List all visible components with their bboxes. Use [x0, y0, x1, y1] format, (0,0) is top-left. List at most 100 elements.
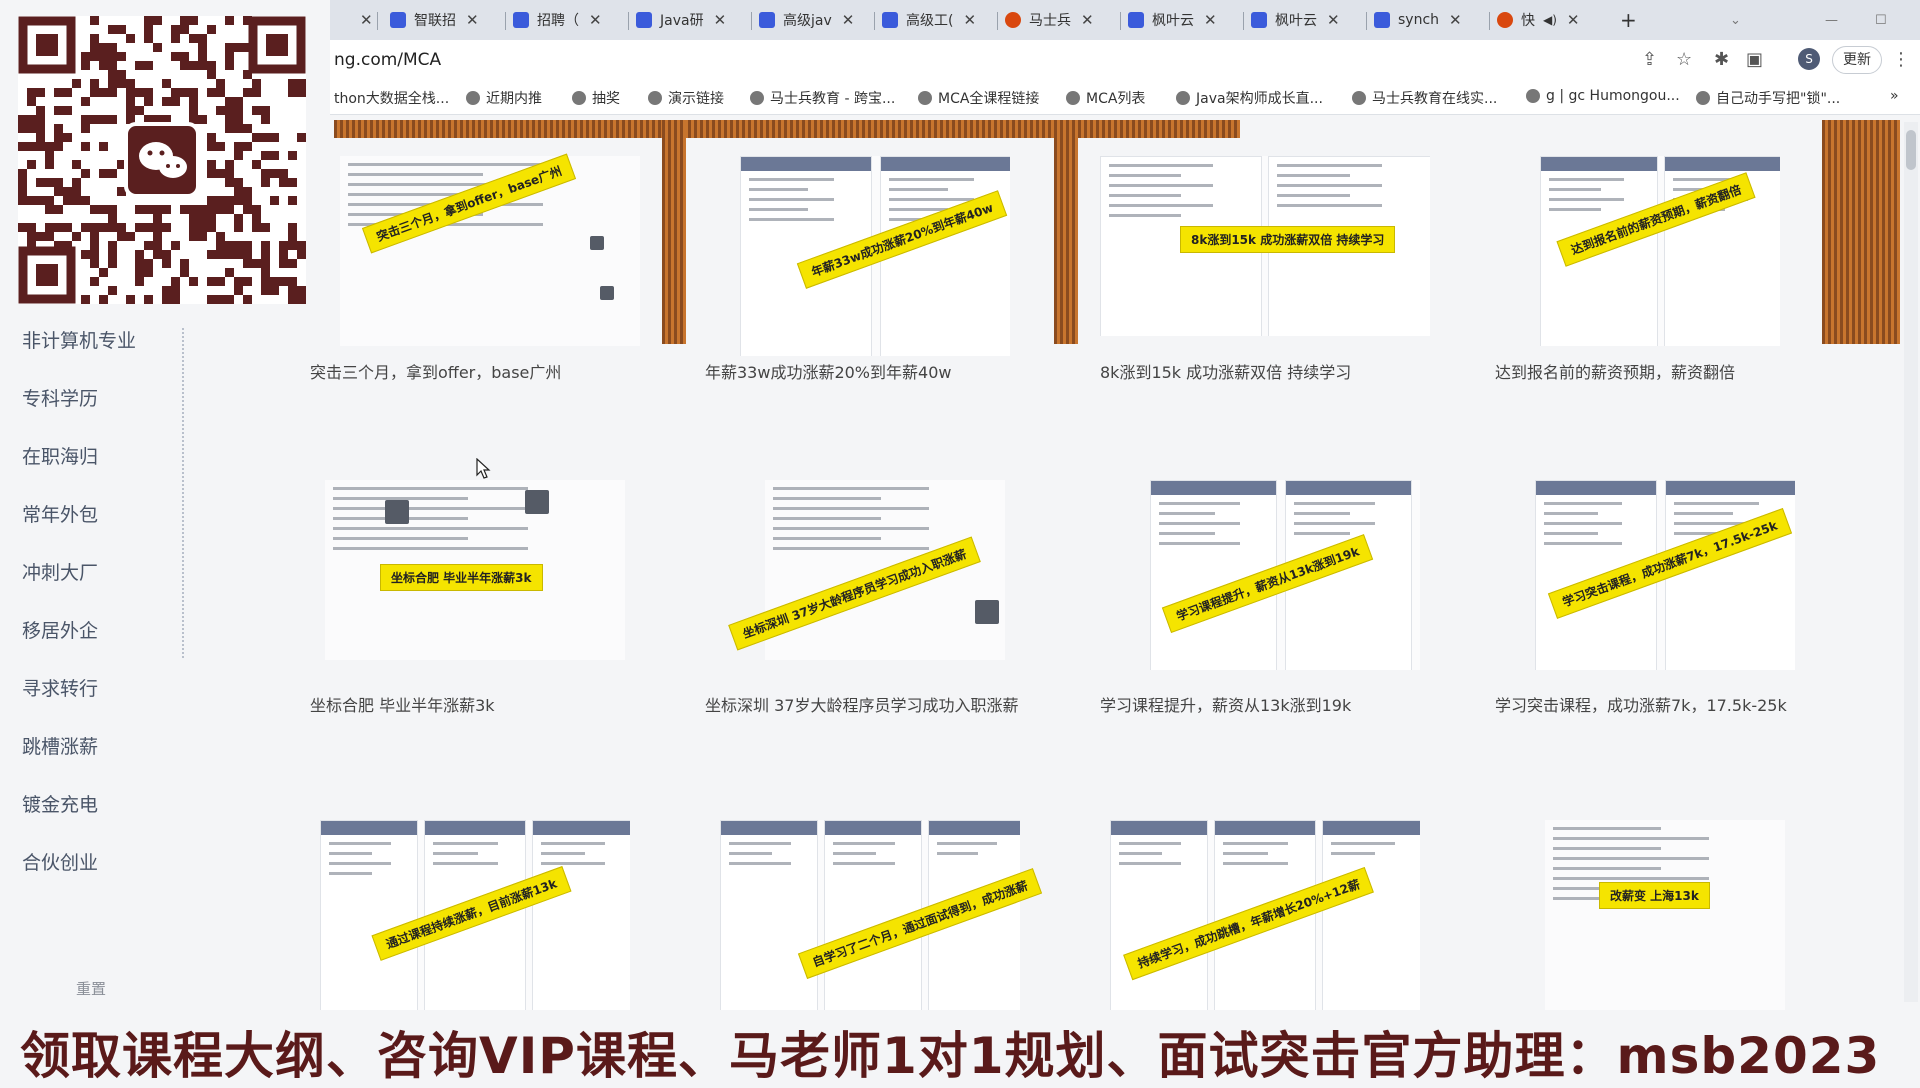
card-caption: 年薪33w成功涨薪20%到年薪40w [705, 363, 952, 382]
close-icon[interactable]: ✕ [1081, 11, 1094, 29]
sidepanel-icon[interactable]: ▣ [1746, 49, 1763, 70]
bookmark-icon [918, 91, 932, 105]
sidebar-item-career-switch[interactable]: 寻求转行 [22, 674, 98, 701]
bookmark-item[interactable]: MCA列表 [1066, 88, 1145, 108]
sidebar-item-non-cs[interactable]: 非计算机专业 [22, 326, 136, 353]
close-icon[interactable]: ✕ [360, 11, 373, 29]
testimonial-card[interactable]: 学习突击课程，成功涨薪7k，17.5k-25k 学习突击课程，成功涨薪7k，17… [1495, 480, 1885, 715]
sidebar-item-job-hop[interactable]: 跳槽涨薪 [22, 732, 98, 759]
close-icon[interactable]: ✕ [1204, 11, 1217, 29]
bookmark-star-icon[interactable]: ☆ [1676, 49, 1692, 70]
testimonial-card[interactable]: 达到报名前的薪资预期，薪资翻倍 达到报名前的薪资预期，薪资翻倍 [1495, 146, 1885, 386]
tab-mashibing[interactable]: 马士兵 ✕ [1005, 4, 1094, 36]
testimonial-card[interactable]: 年薪33w成功涨薪20%到年薪40w 年薪33w成功涨薪20%到年薪40w [705, 146, 1095, 386]
tab-list-icon[interactable]: ⌄ [1730, 4, 1741, 36]
close-icon[interactable]: ✕ [466, 11, 479, 29]
sidebar-divider [182, 328, 187, 658]
tab-favicon-icon [636, 12, 652, 28]
bookmarks-bar: thon大数据全栈... 近期内推 抽奖 演示链接 马士兵教育 - 跨宝... … [330, 80, 1920, 115]
tab-label: synch [1398, 12, 1440, 28]
share-icon[interactable]: ⇪ [1642, 49, 1657, 70]
bookmark-icon [1352, 91, 1366, 105]
bookmark-item[interactable]: 近期内推 [466, 88, 542, 108]
card-caption: 坐标深圳 37岁大龄程序员学习成功入职涨薪 [705, 696, 1019, 715]
testimonial-card[interactable]: 自学习了二个月，通过面试得到，成功涨薪 [705, 820, 1095, 1010]
tab-zhilian[interactable]: 智联招 ✕ [390, 4, 479, 36]
testimonial-card[interactable]: 学习课程提升，薪资从13k涨到19k 学习课程提升，薪资从13k涨到19k [1100, 480, 1490, 715]
sidebar-item-returnee[interactable]: 在职海归 [22, 442, 98, 469]
extensions-icon[interactable]: ✱ [1714, 49, 1729, 70]
tab-java[interactable]: Java研 ✕ [636, 4, 726, 36]
bookmarks-more-icon[interactable]: » [1890, 88, 1899, 104]
tab-senior-java[interactable]: 高级jav ✕ [759, 4, 854, 36]
sidebar-item-big-tech[interactable]: 冲刺大厂 [22, 558, 98, 585]
testimonial-card[interactable]: 坐标合肥 毕业半年涨薪3k 坐标合肥 毕业半年涨薪3k [310, 480, 700, 715]
page-scrollbar[interactable] [1904, 122, 1918, 1002]
browser-address-bar: ng.com/MCA ⇪ ☆ ✱ ▣ S 更新 ⋮ [330, 40, 1920, 80]
tab-favicon-icon [1374, 12, 1390, 28]
speaker-icon[interactable]: ◀) [1543, 13, 1557, 27]
tab-kuai[interactable]: 快 ◀) ✕ [1497, 4, 1580, 36]
tab-close-first[interactable]: ✕ [350, 4, 373, 36]
sidebar-item-foreign-company[interactable]: 移居外企 [22, 616, 98, 643]
close-icon[interactable]: ✕ [842, 11, 855, 29]
bookmark-item[interactable]: 演示链接 [648, 88, 724, 108]
update-button[interactable]: 更新 [1832, 46, 1882, 74]
bookmark-item[interactable]: MCA全课程链接 [918, 88, 1039, 108]
testimonial-card[interactable]: 突击三个月，拿到offer，base广州 突击三个月，拿到offer，base广… [310, 146, 700, 386]
bookmark-item[interactable]: 马士兵教育在线实... [1352, 88, 1497, 108]
sidebar-item-upskill[interactable]: 镀金充电 [22, 790, 98, 817]
bookmark-icon [1696, 91, 1710, 105]
tab-favicon-icon [882, 12, 898, 28]
card-caption: 学习突击课程，成功涨薪7k，17.5k-25k [1495, 696, 1787, 715]
tab-label: 枫叶云 [1275, 13, 1317, 29]
bookmark-item[interactable]: Java架构师成长直... [1176, 88, 1323, 108]
tab-label: Java研 [660, 13, 704, 29]
tab-recruit[interactable]: 招聘（ ✕ [513, 4, 602, 36]
minimize-icon[interactable]: — [1825, 4, 1838, 36]
bookmark-item[interactable]: 马士兵教育 - 跨宝... [750, 88, 895, 108]
tab-label: 马士兵 [1029, 13, 1071, 29]
tab-favicon-icon [1497, 12, 1513, 28]
tab-synch[interactable]: synch ✕ [1374, 4, 1462, 36]
scrollbar-thumb[interactable] [1906, 130, 1916, 170]
maximize-icon[interactable]: ☐ [1875, 4, 1887, 36]
tab-fengyeyun-2[interactable]: 枫叶云 ✕ [1251, 4, 1340, 36]
testimonial-card[interactable]: 坐标深圳 37岁大龄程序员学习成功入职涨薪 坐标深圳 37岁大龄程序员学习成功入… [705, 480, 1125, 715]
close-icon[interactable]: ✕ [1327, 11, 1340, 29]
testimonial-card[interactable]: 8k涨到15k 成功涨薪双倍 持续学习 8k涨到15k 成功涨薪双倍 持续学习 [1100, 146, 1490, 386]
bookmark-icon [648, 91, 662, 105]
card-caption: 8k涨到15k 成功涨薪双倍 持续学习 [1100, 363, 1352, 382]
bookmark-item[interactable]: g | gc Humongou... [1526, 88, 1680, 104]
bookmark-item[interactable]: 抽奖 [572, 88, 620, 108]
sidebar-item-associate-degree[interactable]: 专科学历 [22, 384, 98, 411]
wechat-qr-code [18, 16, 306, 304]
wood-frame-decoration [334, 120, 1240, 138]
profile-avatar[interactable]: S [1798, 48, 1820, 70]
bookmark-item[interactable]: 自己动手写把"锁"... [1696, 88, 1840, 108]
close-icon[interactable]: ✕ [1567, 11, 1580, 29]
bookmark-item[interactable]: thon大数据全栈... [334, 88, 449, 108]
testimonial-card[interactable]: 改薪变 上海13k [1495, 820, 1885, 1010]
testimonial-card[interactable]: 通过课程持续涨薪，目前涨薪13k [310, 820, 700, 1010]
tab-fengyeyun-1[interactable]: 枫叶云 ✕ [1128, 4, 1217, 36]
menu-kebab-icon[interactable]: ⋮ [1892, 49, 1910, 70]
tab-favicon-icon [1128, 12, 1144, 28]
new-tab-button[interactable]: + [1620, 4, 1637, 36]
sidebar-item-startup[interactable]: 合伙创业 [22, 848, 98, 875]
url-field[interactable]: ng.com/MCA [334, 50, 441, 70]
close-icon[interactable]: ✕ [1449, 11, 1462, 29]
sidebar-item-outsourcing[interactable]: 常年外包 [22, 500, 98, 527]
tab-favicon-icon [513, 12, 529, 28]
card-caption: 达到报名前的薪资预期，薪资翻倍 [1495, 363, 1736, 382]
close-icon[interactable]: ✕ [963, 11, 976, 29]
bookmark-icon [750, 91, 764, 105]
tab-senior-engineer[interactable]: 高级工( ✕ [882, 4, 976, 36]
tab-label: 高级工( [906, 13, 954, 29]
close-icon[interactable]: ✕ [714, 11, 727, 29]
testimonial-card[interactable]: 持续学习，成功跳槽，年薪增长20%+12薪 [1100, 820, 1490, 1010]
close-icon[interactable]: ✕ [589, 11, 602, 29]
mouse-cursor-icon [476, 458, 491, 479]
tab-label: 招聘（ [537, 13, 579, 29]
tab-label: 智联招 [414, 13, 456, 29]
